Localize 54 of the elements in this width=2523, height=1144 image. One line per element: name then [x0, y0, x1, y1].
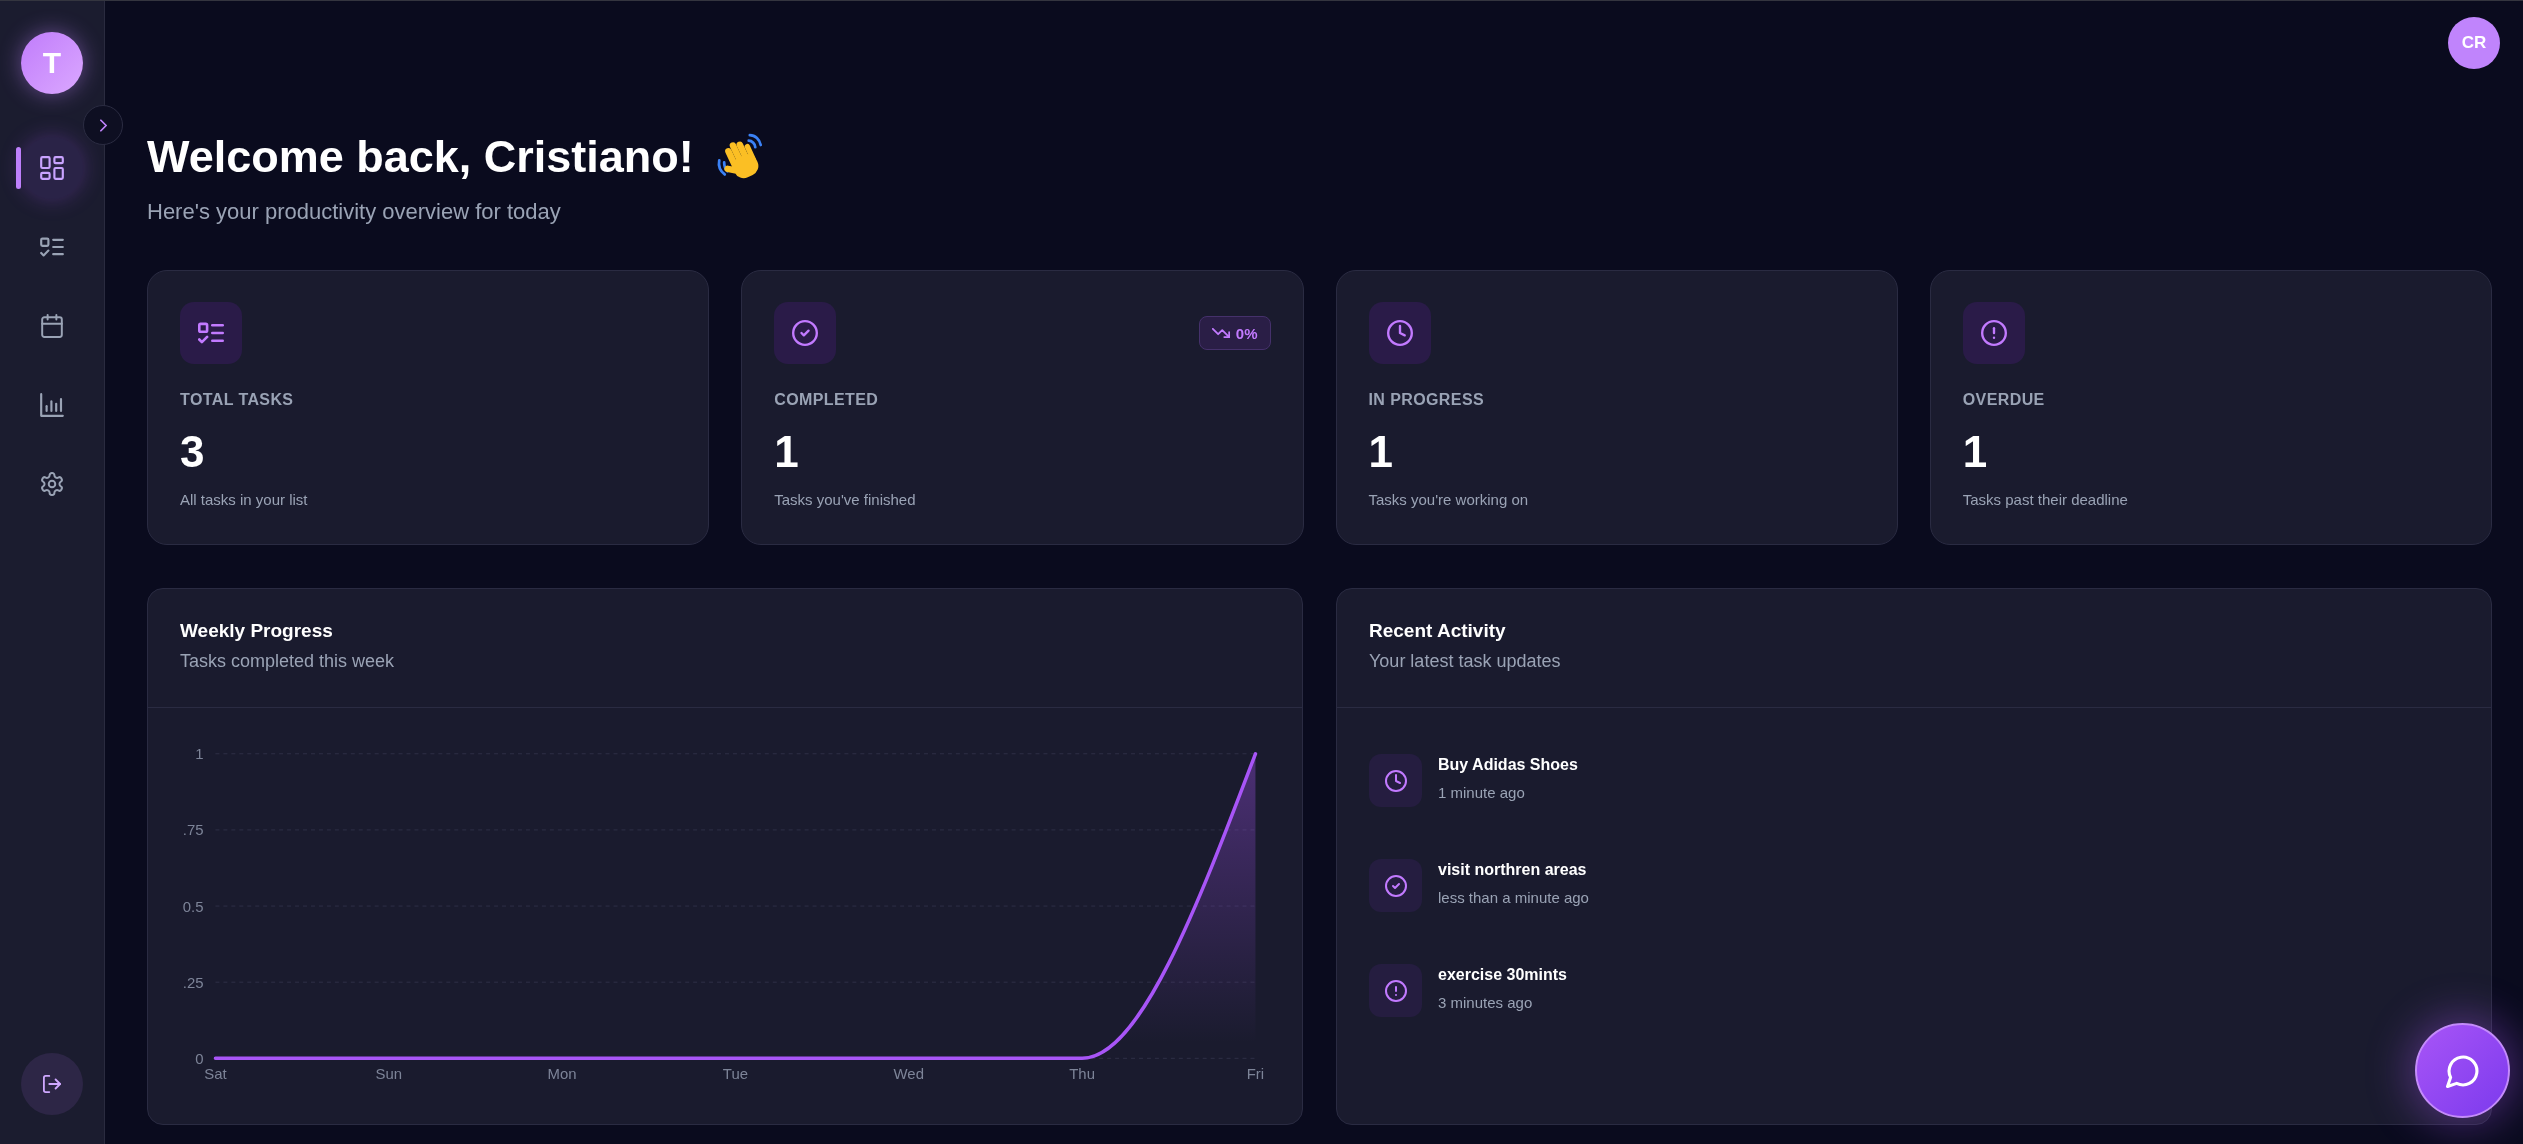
checklist-icon — [180, 302, 242, 364]
trend-down-icon — [1211, 328, 1230, 338]
stat-description: Tasks you've finished — [774, 490, 917, 510]
clock-icon — [1369, 754, 1422, 807]
clock-icon — [1368, 302, 1431, 364]
user-avatar[interactable]: CR — [2448, 17, 2500, 69]
stat-value: 3 — [180, 428, 206, 476]
x-axis-label: Wed — [893, 1064, 924, 1082]
panel-subtitle: Your latest task updates — [1369, 650, 1562, 672]
activity-title: exercise 30mints — [1438, 965, 1567, 985]
chevron-right-icon — [99, 118, 107, 132]
y-axis-label: .75 — [182, 821, 204, 839]
x-axis-label: Fri — [1246, 1064, 1265, 1082]
stat-value: 1 — [774, 428, 800, 476]
stat-value: 1 — [1962, 428, 1989, 476]
sidebar-nav-button[interactable] — [21, 137, 83, 199]
stat-value: 1 — [1368, 428, 1394, 476]
x-axis-label: Thu — [1069, 1064, 1095, 1082]
panel-subtitle: Tasks completed this week — [180, 650, 396, 672]
bar-chart-icon — [40, 393, 64, 417]
stat-description: Tasks past their deadline — [1962, 490, 2129, 510]
x-axis-label: Mon — [547, 1064, 577, 1082]
panel-title: Weekly Progress — [180, 619, 334, 643]
activity-title: visit northren areas — [1438, 860, 1588, 880]
stat-label: IN PROGRESS — [1368, 390, 1486, 410]
settings-icon — [40, 472, 64, 496]
activity-time: 1 minute ago — [1438, 783, 1526, 803]
y-axis-label: 1 — [195, 745, 204, 763]
activity-title: Buy Adidas Shoes — [1438, 755, 1578, 775]
panel-title: Recent Activity — [1369, 619, 1507, 643]
waving-hand-icon — [715, 133, 764, 181]
logout-icon — [43, 1075, 61, 1093]
app-logo: T — [21, 32, 83, 94]
activity-time: 3 minutes ago — [1438, 993, 1534, 1013]
checklist-icon — [40, 235, 64, 259]
x-axis-label: Tue — [722, 1064, 748, 1082]
trend-value: 0% — [1235, 324, 1258, 342]
y-axis-label: 0 — [195, 1049, 204, 1067]
y-axis-label: .25 — [182, 973, 204, 991]
stat-description: Tasks you're working on — [1368, 490, 1530, 510]
activity-time: less than a minute ago — [1438, 888, 1589, 908]
grid-icon — [40, 156, 64, 180]
stat-label: COMPLETED — [774, 390, 880, 410]
stat-description: All tasks in your list — [180, 490, 309, 510]
calendar-icon — [40, 314, 64, 338]
x-axis-label: Sat — [204, 1064, 227, 1082]
x-axis-label: Sun — [375, 1064, 403, 1082]
stat-label: OVERDUE — [1962, 390, 2046, 410]
page-title: Welcome back, Cristiano! — [147, 130, 694, 184]
chat-bubble-icon — [2445, 1053, 2480, 1088]
page-subtitle: Here's your productivity overview for today — [147, 198, 562, 226]
sidebar-toggle-button[interactable] — [83, 105, 123, 145]
stat-label: TOTAL TASKS — [180, 390, 295, 410]
y-axis-label: 0.5 — [182, 897, 204, 915]
